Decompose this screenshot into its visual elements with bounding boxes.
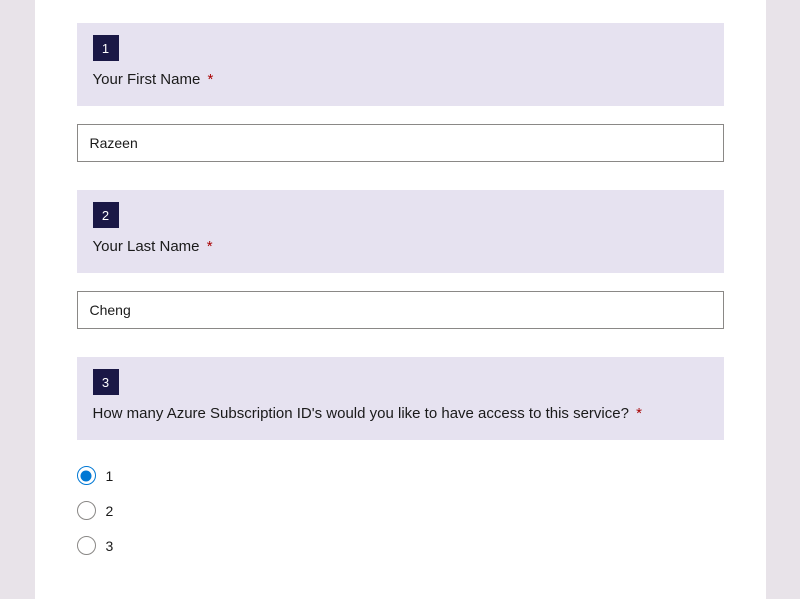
question-header-2: 2 Your Last Name * [77,190,724,273]
radio-input-3[interactable] [77,536,96,555]
question-header-1: 1 Your First Name * [77,23,724,106]
question-block-3: 3 How many Azure Subscription ID's would… [35,357,766,563]
question-number-badge: 1 [93,35,119,61]
required-indicator: * [207,71,213,88]
radio-label: 3 [106,538,114,554]
question-label: How many Azure Subscription ID's would y… [93,405,724,422]
subscription-count-radio-group: 1 2 3 [77,458,724,563]
question-label: Your First Name * [93,71,724,88]
question-label-text: Your First Name [93,71,201,88]
question-label-text: Your Last Name [93,238,200,255]
radio-option-1[interactable]: 1 [77,458,724,493]
radio-input-2[interactable] [77,501,96,520]
radio-label: 1 [106,468,114,484]
last-name-input[interactable] [77,291,724,329]
question-label-text: How many Azure Subscription ID's would y… [93,405,629,422]
radio-input-1[interactable] [77,466,96,485]
form-container: 1 Your First Name * 2 Your Last Name * 3… [35,0,766,599]
radio-option-2[interactable]: 2 [77,493,724,528]
first-name-input[interactable] [77,124,724,162]
required-indicator: * [207,238,213,255]
required-indicator: * [636,405,642,422]
radio-label: 2 [106,503,114,519]
question-block-2: 2 Your Last Name * [35,190,766,329]
radio-option-3[interactable]: 3 [77,528,724,563]
question-header-3: 3 How many Azure Subscription ID's would… [77,357,724,440]
question-label: Your Last Name * [93,238,724,255]
question-number-badge: 3 [93,369,119,395]
question-block-1: 1 Your First Name * [35,0,766,162]
question-number-badge: 2 [93,202,119,228]
